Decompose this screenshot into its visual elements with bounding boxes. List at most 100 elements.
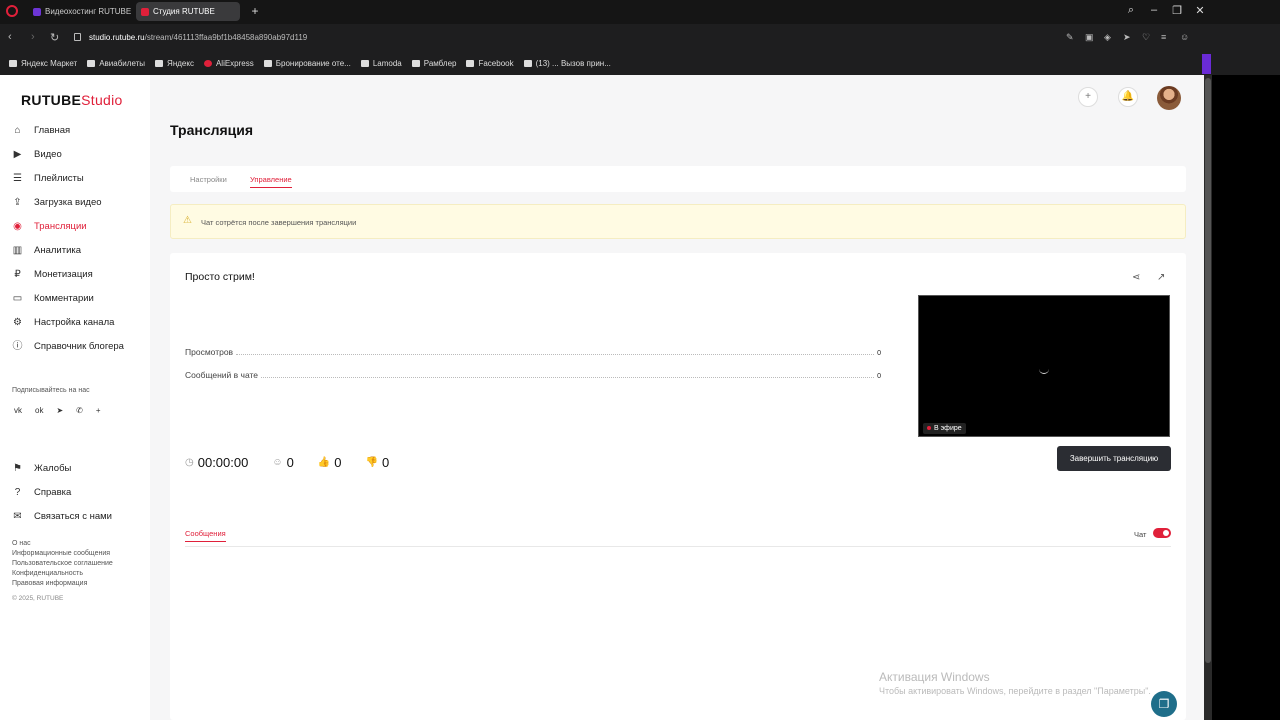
sidebar-item-analytics[interactable]: ▥ Аналитика xyxy=(12,238,144,262)
sidebar: RUTUBEStudio ⌂ Главная ▶ Видео ☰ Плейлисты … xyxy=(0,75,150,720)
sidebar-item-complaints[interactable]: ⚑ Жалобы xyxy=(12,456,144,480)
camera-icon[interactable]: ▣ xyxy=(1085,32,1094,43)
footer-link-about[interactable]: О нас xyxy=(12,539,113,549)
chat-toggle[interactable] xyxy=(1153,528,1171,538)
edit-icon[interactable]: ✎ xyxy=(1066,32,1074,43)
forward-icon[interactable]: › xyxy=(31,31,35,43)
rutube-favicon-icon xyxy=(33,7,41,16)
sidebar-item-monetization[interactable]: ₽ Монетизация xyxy=(12,262,144,286)
heart-icon[interactable]: ♡ xyxy=(1142,32,1150,43)
toggle-knob xyxy=(1163,530,1169,536)
bookmark-item[interactable]: (13) ... Вызов прин... xyxy=(523,59,611,68)
browser-tab-label: Видеохостинг RUTUBE. С xyxy=(45,7,132,16)
folder-icon xyxy=(155,59,164,67)
sidebar-item-help[interactable]: ? Справка xyxy=(12,480,144,504)
browser-tab-studio[interactable]: Студия RUTUBE xyxy=(136,2,240,21)
menu-icon[interactable]: ≡ xyxy=(1161,32,1166,42)
ok-icon[interactable]: ok xyxy=(35,406,43,415)
opera-logo-icon[interactable] xyxy=(6,5,18,17)
stat-views: Просмотров 0 xyxy=(185,347,881,357)
sidebar-item-label: Справочник блогера xyxy=(34,340,124,352)
footer-link-legal[interactable]: Правовая информация xyxy=(12,579,113,589)
warning-text: Чат сотрётся после завершения трансляции xyxy=(201,218,357,227)
sidebar-secondary-nav: ⚑ Жалобы ? Справка ✉ Связаться с нами xyxy=(12,456,144,528)
external-link-icon[interactable]: ↗ xyxy=(1157,272,1165,283)
send-icon[interactable]: ➤ xyxy=(1123,32,1131,43)
tab-messages[interactable]: Сообщения xyxy=(185,529,226,542)
add-content-icon[interactable]: + xyxy=(1078,87,1098,107)
sidebar-item-label: Главная xyxy=(34,124,71,136)
footer-link-info[interactable]: Информационные сообщения xyxy=(12,549,113,559)
footer-link-privacy[interactable]: Конфиденциальность xyxy=(12,569,113,579)
url-field[interactable]: studio.rutube.ru/stream/461113ffaa9bf1b4… xyxy=(89,33,307,42)
sidebar-item-label: Видео xyxy=(34,148,62,160)
profile-icon[interactable]: ☺ xyxy=(1180,32,1189,42)
back-icon[interactable]: ‹ xyxy=(8,31,12,43)
sidebar-item-label: Справка xyxy=(34,486,72,498)
end-stream-button[interactable]: Завершить трансляцию xyxy=(1057,446,1171,471)
sidebar-item-label: Трансляции xyxy=(34,220,87,232)
close-icon[interactable]: ✕ xyxy=(1193,4,1207,17)
bookmark-item[interactable]: Авиабилеты xyxy=(87,59,145,68)
scrollbar-thumb[interactable] xyxy=(1205,78,1211,663)
share-icon[interactable]: ⋖ xyxy=(1132,272,1140,283)
sidebar-item-label: Связаться с нами xyxy=(34,510,112,522)
sidebar-item-upload[interactable]: ⇪ Загрузка видео xyxy=(12,190,144,214)
live-dot-icon xyxy=(927,426,931,431)
bookmark-item[interactable]: Яндекс xyxy=(155,59,194,68)
tab-settings[interactable]: Настройки xyxy=(190,175,227,184)
vk-icon[interactable]: vk xyxy=(14,406,22,415)
bookmark-item[interactable]: Рамблер xyxy=(411,59,456,68)
shield-icon[interactable]: ◈ xyxy=(1104,32,1111,43)
footer-link-terms[interactable]: Пользовательское соглашение xyxy=(12,559,113,569)
viber-icon[interactable]: ✆ xyxy=(76,406,83,415)
tab-bar: Видеохостинг RUTUBE. С Студия RUTUBE + ⌕… xyxy=(0,0,1280,24)
stream-name: Просто стрим! xyxy=(185,271,255,283)
stream-preview-player[interactable]: В эфире xyxy=(918,295,1170,437)
sidebar-item-channel-settings[interactable]: ⚙ Настройка канала xyxy=(12,310,144,334)
sidebar-item-video[interactable]: ▶ Видео xyxy=(12,142,144,166)
windows-activation-title: Активация Windows xyxy=(879,670,990,684)
bookmark-item[interactable]: Lamoda xyxy=(360,59,402,68)
support-chat-icon[interactable]: ❐ xyxy=(1151,691,1177,717)
sidebar-item-label: Монетизация xyxy=(34,268,93,280)
sidebar-item-comments[interactable]: ▭ Комментарии xyxy=(12,286,144,310)
bell-icon[interactable]: 🔔 xyxy=(1118,87,1138,107)
upload-icon: ⇪ xyxy=(13,196,22,208)
flag-icon: ⚑ xyxy=(13,462,22,474)
playlist-icon: ☰ xyxy=(13,172,22,184)
sidebar-item-blogger-guide[interactable]: ⓘ Справочник блогера xyxy=(12,334,144,358)
bookmark-item[interactable]: Facebook xyxy=(466,59,514,68)
search-icon[interactable]: ⌕ xyxy=(1124,4,1138,17)
metric-duration: ◷ 00:00:00 xyxy=(185,455,249,470)
sidebar-item-broadcasts[interactable]: ◉ Трансляции xyxy=(12,214,144,238)
browser-tab-rutube[interactable]: Видеохостинг RUTUBE. С xyxy=(28,2,132,21)
viewers-icon: ☺ xyxy=(272,457,283,468)
windows-activation-subtitle: Чтобы активировать Windows, перейдите в … xyxy=(879,686,1151,696)
studio-favicon-icon xyxy=(141,7,149,16)
sidebar-item-home[interactable]: ⌂ Главная xyxy=(12,118,144,142)
sidebar-item-contact[interactable]: ✉ Связаться с нами xyxy=(12,504,144,528)
minimize-icon[interactable]: – xyxy=(1147,4,1161,16)
bookmark-item[interactable]: AliExpress xyxy=(203,59,254,68)
sidebar-item-label: Загрузка видео xyxy=(34,196,102,208)
bookmark-item[interactable]: Бронирование оте... xyxy=(263,59,351,68)
reload-icon[interactable]: ↻ xyxy=(50,31,59,44)
browser-tab-label: Студия RUTUBE xyxy=(153,7,215,16)
plus-icon[interactable]: + xyxy=(96,406,101,415)
lock-icon xyxy=(74,33,81,41)
new-tab-icon[interactable]: + xyxy=(249,5,261,17)
maximize-icon[interactable]: ❐ xyxy=(1170,4,1184,17)
bookmark-item[interactable]: Яндекс Маркет xyxy=(9,59,77,68)
analytics-icon: ▥ xyxy=(12,244,23,256)
avatar[interactable] xyxy=(1157,86,1181,110)
aliexpress-icon xyxy=(203,59,212,67)
tab-management[interactable]: Управление xyxy=(250,175,292,188)
rutube-studio-logo[interactable]: RUTUBEStudio xyxy=(21,92,123,108)
footer-links: О нас Информационные сообщения Пользоват… xyxy=(12,539,113,589)
studio-page: RUTUBEStudio ⌂ Главная ▶ Видео ☰ Плейлисты … xyxy=(0,75,1204,720)
folder-icon xyxy=(360,59,369,67)
telegram-icon[interactable]: ➤ xyxy=(56,406,63,415)
sidebar-item-playlists[interactable]: ☰ Плейлисты xyxy=(12,166,144,190)
help-icon: ? xyxy=(14,486,21,498)
